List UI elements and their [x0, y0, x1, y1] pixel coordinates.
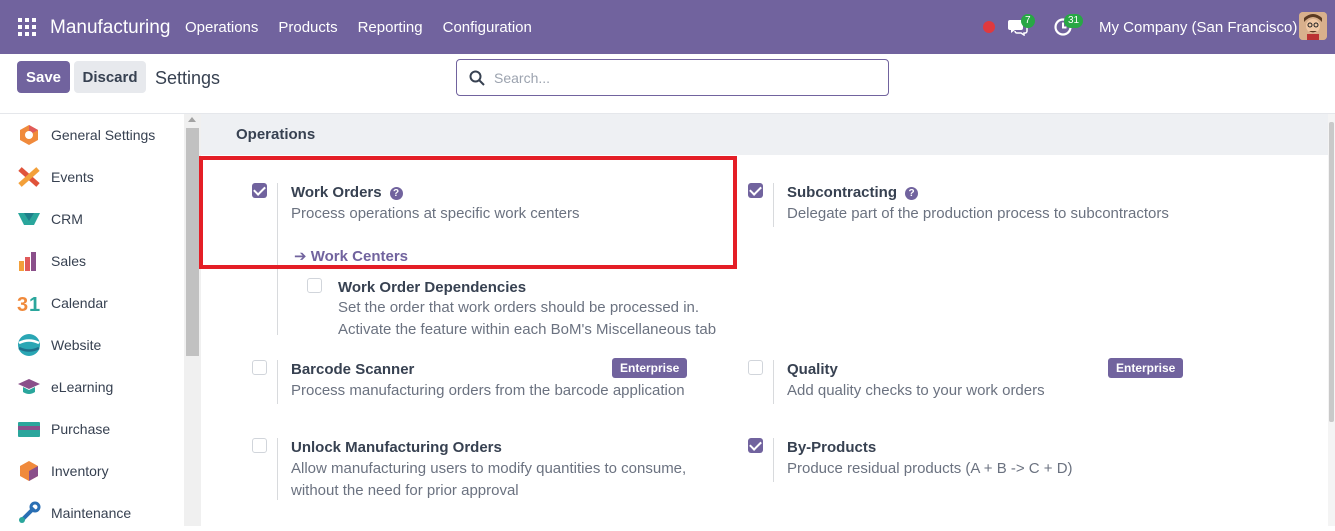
- section-title: Operations: [236, 126, 316, 143]
- search-icon: [469, 70, 485, 86]
- inventory-icon: [20, 461, 38, 481]
- sidebar-item-website[interactable]: Website: [0, 327, 184, 363]
- divider: [277, 438, 278, 500]
- sidebar-item-general-settings[interactable]: General Settings: [0, 117, 184, 153]
- crm-icon: [18, 213, 40, 225]
- calendar-icon: 3 1: [17, 294, 40, 315]
- work-order-dependencies-title: Work Order Dependencies: [338, 279, 527, 296]
- svg-text:3: 3: [17, 294, 28, 315]
- divider: [773, 360, 774, 404]
- work-order-dependencies-desc-2: Activate the feature within each BoM's M…: [338, 321, 717, 338]
- scroll-up-arrow-icon[interactable]: [188, 117, 196, 122]
- menu-products[interactable]: Products: [278, 19, 337, 36]
- search-box[interactable]: [456, 59, 889, 96]
- work-order-dependencies-checkbox[interactable]: [307, 278, 322, 293]
- sidebar-item-sales[interactable]: Sales: [0, 243, 184, 279]
- menu-configuration[interactable]: Configuration: [443, 19, 532, 36]
- discard-button[interactable]: Discard: [74, 61, 146, 93]
- general-settings-icon: [20, 125, 38, 145]
- help-icon[interactable]: ?: [905, 187, 919, 200]
- sidebar-item-label: Maintenance: [51, 505, 132, 521]
- by-products-checkbox[interactable]: [748, 438, 763, 453]
- subcontracting-checkbox[interactable]: [748, 183, 763, 198]
- search-input[interactable]: [494, 67, 874, 89]
- messages-badge: 7: [1021, 14, 1035, 28]
- sidebar-item-calendar[interactable]: 3 1 Calendar: [0, 285, 184, 321]
- activities-badge: 31: [1064, 14, 1084, 28]
- subcontracting-desc: Delegate part of the production process …: [787, 205, 1169, 222]
- sidebar-item-label: Events: [51, 169, 94, 185]
- enterprise-badge[interactable]: Enterprise: [612, 358, 688, 378]
- by-products-title: By-Products: [787, 439, 877, 456]
- divider: [773, 438, 774, 482]
- sidebar-item-label: Website: [51, 337, 102, 353]
- barcode-scanner-title: Barcode Scanner: [291, 361, 415, 378]
- main-menu: Operations Products Reporting Configurat…: [185, 19, 532, 36]
- section-header: Operations: [201, 114, 1328, 155]
- highlight-box: [199, 156, 737, 269]
- by-products-desc: Produce residual products (A + B -> C + …: [787, 460, 1073, 477]
- sidebar-item-inventory[interactable]: Inventory: [0, 453, 184, 489]
- apps-menu-icon[interactable]: [18, 18, 36, 36]
- subcontracting-title: Subcontracting?: [787, 184, 919, 201]
- unlock-manufacturing-orders-desc-2: without the need for prior approval: [291, 482, 519, 499]
- sidebar-scroll-thumb[interactable]: [186, 128, 199, 356]
- top-navbar: Manufacturing Operations Products Report…: [0, 0, 1335, 54]
- sidebar-item-label: eLearning: [51, 379, 114, 395]
- sidebar-item-crm[interactable]: CRM: [0, 201, 184, 237]
- page-title: Settings: [155, 68, 221, 88]
- elearning-icon: [18, 379, 40, 394]
- menu-operations[interactable]: Operations: [185, 19, 258, 36]
- sidebar-item-elearning[interactable]: eLearning: [0, 369, 184, 405]
- sidebar-item-label: General Settings: [51, 127, 156, 143]
- content-scroll-thumb[interactable]: [1329, 122, 1334, 422]
- unlock-manufacturing-orders-title: Unlock Manufacturing Orders: [291, 439, 502, 456]
- sidebar-item-label: Sales: [51, 253, 87, 269]
- quality-checkbox[interactable]: [748, 360, 763, 375]
- sidebar-item-purchase[interactable]: Purchase: [0, 411, 184, 447]
- content-scrollbar[interactable]: [1328, 114, 1335, 526]
- enterprise-badge[interactable]: Enterprise: [1108, 358, 1184, 378]
- divider: [277, 360, 278, 404]
- sidebar-item-label: Calendar: [51, 295, 108, 311]
- maintenance-icon: [19, 501, 41, 523]
- subcontracting-label: Subcontracting: [787, 184, 898, 201]
- sidebar-item-label: CRM: [51, 211, 83, 227]
- website-icon: [18, 334, 40, 356]
- barcode-scanner-desc: Process manufacturing orders from the ba…: [291, 382, 685, 399]
- control-panel: Save Discard Settings: [0, 54, 1335, 114]
- purchase-icon: [18, 422, 40, 437]
- quality-desc: Add quality checks to your work orders: [787, 382, 1045, 399]
- sidebar-item-label: Purchase: [51, 421, 111, 437]
- barcode-scanner-checkbox[interactable]: [252, 360, 267, 375]
- events-icon: [18, 167, 40, 187]
- settings-sidebar: General Settings Events CRM Sales 3 1 Ca…: [0, 114, 184, 526]
- svg-text:1: 1: [29, 294, 40, 315]
- app-name[interactable]: Manufacturing: [50, 17, 170, 39]
- quality-title: Quality: [787, 361, 838, 378]
- company-switcher[interactable]: My Company (San Francisco): [1099, 19, 1297, 36]
- unlock-manufacturing-orders-checkbox[interactable]: [252, 438, 267, 453]
- user-avatar[interactable]: [1299, 12, 1327, 40]
- save-button[interactable]: Save: [17, 61, 70, 93]
- divider: [773, 183, 774, 227]
- work-order-dependencies-desc-1: Set the order that work orders should be…: [338, 299, 700, 316]
- recording-indicator-icon[interactable]: [983, 21, 995, 33]
- sales-icon: [19, 252, 36, 271]
- sidebar-item-events[interactable]: Events: [0, 159, 184, 195]
- sidebar-item-label: Inventory: [51, 463, 109, 479]
- unlock-manufacturing-orders-desc-1: Allow manufacturing users to modify quan…: [291, 460, 687, 477]
- menu-reporting[interactable]: Reporting: [358, 19, 423, 36]
